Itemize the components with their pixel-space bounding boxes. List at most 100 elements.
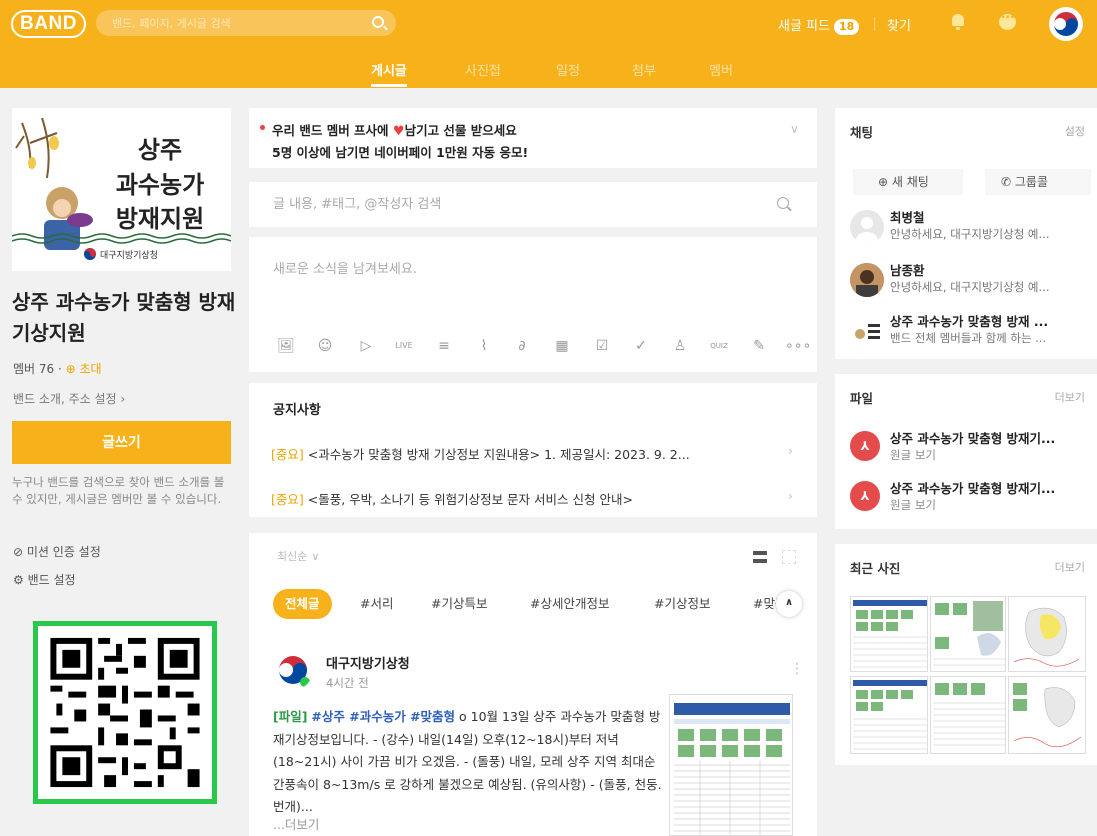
mission-settings-link[interactable]: ⊘ 미션 인증 설정 (13, 543, 101, 560)
post-body[interactable]: [파일] #상주 #과수농가 #맞춤형 o 10월 13일 상주 과수농가 맞춤… (273, 706, 665, 819)
vote-icon[interactable]: ☑ (591, 335, 613, 357)
chat-bubble-icon[interactable] (999, 10, 1016, 30)
author-avatar[interactable] (273, 650, 313, 690)
tab-calendar[interactable]: 일정 (556, 60, 580, 79)
files-more-link[interactable]: 더보기 (1055, 389, 1085, 405)
cover-illustration: 상주 과수농가 방재지원 대구지방기상청 (11, 108, 232, 271)
bell-icon[interactable] (951, 14, 965, 30)
link-icon[interactable]: ∂ (511, 335, 533, 357)
compose-placeholder[interactable]: 새로운 소식을 남겨보세요. (273, 258, 417, 277)
photo-thumbnail[interactable] (930, 596, 1006, 672)
chat-item[interactable]: 상주 과수농가 맞춤형 방재 ... 밴드 전체 멤버들과 함께 하는 ... (850, 311, 1090, 351)
chevron-right-icon[interactable]: › (788, 444, 793, 458)
cover-title-line3: 방재지원 (116, 205, 204, 233)
video-icon[interactable]: ▷ (355, 335, 377, 357)
chip-fog-detail[interactable]: #상세안개정보 (530, 589, 609, 619)
post-author[interactable]: 대구지방기상청 (326, 653, 410, 672)
global-search[interactable] (96, 10, 396, 36)
mission-label: 미션 인증 설정 (26, 545, 101, 559)
notice-title: 공지사항 (273, 403, 321, 418)
photo-thumbnail[interactable] (850, 676, 928, 754)
post-search-input[interactable] (273, 194, 753, 214)
file-item[interactable]: ⅄ 상주 과수농가 맞춤형 방재기... 원글 보기 (850, 428, 1090, 468)
find-button[interactable]: 찾기 (887, 15, 911, 34)
chip-frost[interactable]: #서리 (360, 589, 393, 619)
edit-icon[interactable]: ✎ (748, 335, 770, 357)
calendar-icon[interactable]: ▦ (551, 335, 573, 357)
file-source-link[interactable]: 원글 보기 (890, 447, 936, 463)
chat-message: 밴드 전체 멤버들과 함께 하는 ... (890, 331, 1047, 345)
photo-thumbnail[interactable] (1008, 676, 1086, 754)
group-call-button[interactable]: ✆ 그룹콜 (985, 169, 1091, 195)
attach-icon[interactable]: ⌇ (473, 335, 495, 357)
chevron-up-icon[interactable]: ∧ (776, 591, 802, 617)
notice-text: <돌풍, 우박, 소나기 등 위험기상정보 문자 서비스 신청 안내> (307, 492, 633, 507)
photo-thumbnail[interactable] (930, 676, 1006, 754)
promo-banner[interactable]: 우리 밴드 멤버 프사에 ♥남기고 선물 받으세요 5명 이상에 남기면 네이버… (249, 108, 817, 168)
chat-item[interactable]: 최병철 안녕하세요, 대구지방기상청 예... (850, 207, 1090, 247)
search-icon[interactable] (372, 16, 384, 28)
image-icon[interactable]: 🖼 (275, 335, 297, 357)
chat-name: 남종환 (890, 263, 925, 278)
compose-box[interactable]: 새로운 소식을 남겨보세요. 🖼 ☺ ▷ LIVE ≡ ⌇ ∂ ▦ ☑ ✓ ♙ … (249, 237, 817, 372)
chevron-down-icon[interactable]: ∨ (790, 122, 799, 136)
write-post-button[interactable]: 글쓰기 (12, 421, 231, 464)
photo-thumbnail[interactable] (850, 596, 928, 672)
file-source-link[interactable]: 원글 보기 (890, 497, 936, 513)
chip-all[interactable]: 전체글 (273, 589, 332, 619)
search-icon[interactable] (777, 197, 789, 209)
file-item[interactable]: ⅄ 상주 과수농가 맞춤형 방재기... 원글 보기 (850, 478, 1090, 518)
qr-code-image (38, 626, 212, 799)
tab-attachments[interactable]: 첨부 (632, 60, 656, 79)
sort-dropdown[interactable]: 최신순 ∨ (273, 548, 319, 564)
post-hashtags[interactable]: #상주 #과수농가 #맞춤형 (311, 709, 455, 724)
global-search-input[interactable] (112, 10, 362, 36)
new-chat-button[interactable]: ⊕ 새 채팅 (853, 169, 963, 195)
files-title: 파일 (850, 391, 874, 406)
forecast-document-thumbnail (670, 695, 792, 835)
profile-avatar[interactable] (1049, 7, 1083, 41)
text-style-icon[interactable]: ≡ (433, 335, 455, 357)
tab-members[interactable]: 멤버 (709, 60, 733, 79)
band-cover-image[interactable]: 상주 과수농가 방재지원 대구지방기상청 (11, 108, 232, 271)
band-logo[interactable]: BAND (11, 10, 86, 38)
quiz-icon[interactable]: QUIZ (708, 335, 730, 357)
post-search[interactable] (249, 182, 817, 227)
avatar (850, 314, 884, 348)
read-more-link[interactable]: ...더보기 (273, 814, 319, 833)
band-intro-link[interactable]: 밴드 소개, 주소 설정 › (13, 390, 125, 407)
promo-line1-a: 우리 밴드 멤버 프사에 (272, 123, 389, 138)
post-attachment-image[interactable] (669, 694, 793, 836)
band-settings-link[interactable]: ⚙ 밴드 설정 (13, 571, 76, 588)
tab-photos[interactable]: 사진첩 (465, 60, 501, 79)
person-tag-icon[interactable]: ♙ (669, 335, 691, 357)
chevron-right-icon[interactable]: › (788, 489, 793, 503)
pdf-icon: ⅄ (850, 481, 880, 511)
todo-icon[interactable]: ✓ (630, 335, 652, 357)
list-view-icon[interactable] (753, 551, 767, 563)
tab-posts[interactable]: 게시글 (371, 60, 407, 87)
new-feed-button[interactable]: 새글 피드 18 (778, 15, 860, 35)
member-count[interactable]: 멤버 76 (13, 362, 54, 376)
chat-item[interactable]: 남종환 안녕하세요, 대구지방기상청 예... (850, 260, 1090, 300)
band-name[interactable]: 상주 과수농가 맞춤형 방재 기상지원 (12, 287, 237, 349)
emoji-icon[interactable]: ☺ (314, 335, 336, 357)
more-icon[interactable]: ∘∘∘ (785, 335, 811, 357)
chat-name: 최병철 (890, 210, 925, 225)
chat-message: 안녕하세요, 대구지방기상청 예... (890, 280, 1050, 294)
divider (874, 17, 875, 31)
invite-link[interactable]: ⊕ 초대 (66, 362, 102, 376)
gear-icon: ⚙ (13, 573, 24, 587)
grid-view-icon[interactable] (782, 550, 796, 564)
chip-weather-warning[interactable]: #기상특보 (431, 589, 487, 619)
post-options-icon[interactable]: ⋮ (790, 661, 804, 677)
photos-more-link[interactable]: 더보기 (1055, 559, 1085, 575)
photo-thumbnail[interactable] (1008, 596, 1086, 672)
chat-settings-link[interactable]: 설정 (1065, 123, 1085, 139)
chip-weather-info[interactable]: #기상정보 (654, 589, 710, 619)
band-intro-label: 밴드 소개, 주소 설정 (13, 392, 117, 406)
notice-item[interactable]: [중요] <과수농가 맞춤형 방재 기상정보 지원내용> 1. 제공일시: 20… (271, 444, 771, 463)
live-icon[interactable]: LIVE (393, 335, 415, 357)
sort-label: 최신순 (277, 550, 308, 563)
notice-item[interactable]: [중요] <돌풍, 우박, 소나기 등 위험기상정보 문자 서비스 신청 안내> (271, 489, 771, 508)
